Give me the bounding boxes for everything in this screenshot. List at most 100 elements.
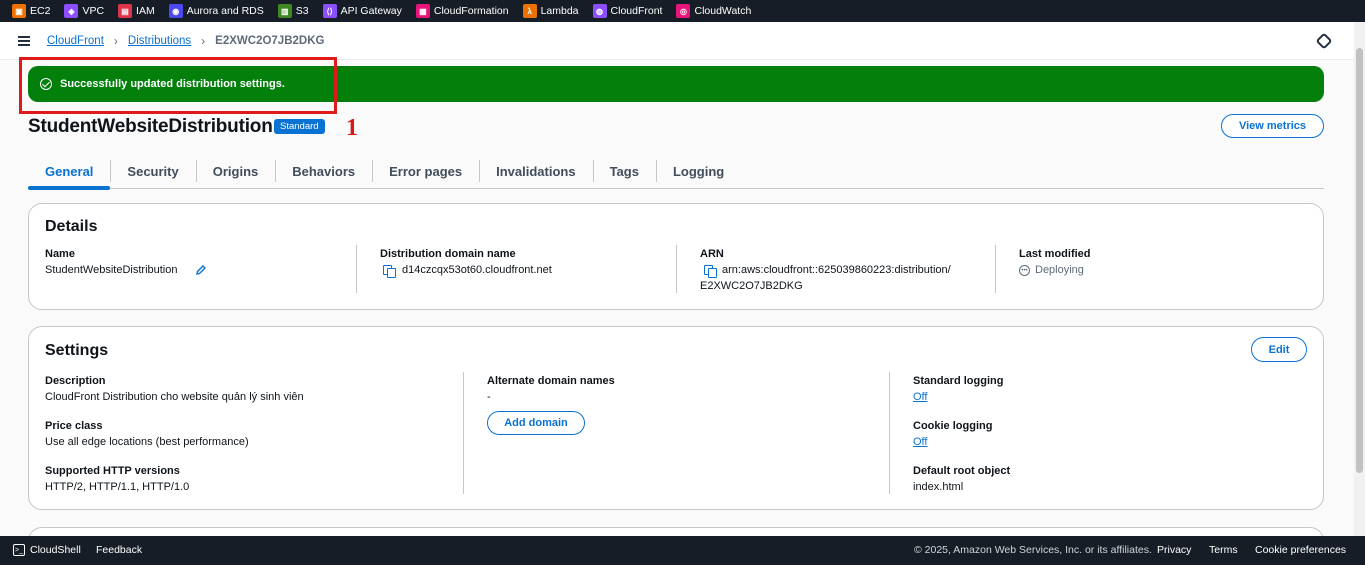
favorite-label: CloudWatch xyxy=(694,5,752,17)
chevron-right-icon: › xyxy=(113,33,118,48)
breadcrumb-current: E2XWC2O7JB2DKG xyxy=(215,34,325,47)
http-versions-value: HTTP/2, HTTP/1.1, HTTP/1.0 xyxy=(45,481,190,493)
favorite-s3[interactable]: ▥ S3 xyxy=(277,4,309,18)
favorite-label: Lambda xyxy=(540,5,579,17)
api-gateway-icon: ⟨⟩ xyxy=(322,4,337,18)
favorite-cloudformation[interactable]: ▦ CloudFormation xyxy=(415,4,509,18)
copy-icon[interactable] xyxy=(383,265,396,278)
description-label: Description xyxy=(45,375,106,387)
alternate-domains-label: Alternate domain names xyxy=(487,375,615,387)
s3-icon: ▥ xyxy=(277,4,292,18)
http-versions-label: Supported HTTP versions xyxy=(45,465,180,477)
favorite-label: IAM xyxy=(136,5,155,17)
tab-tags[interactable]: Tags xyxy=(592,154,656,188)
arn-value-line1: arn:aws:cloudfront::625039860223:distrib… xyxy=(722,264,951,276)
last-modified-value: Deploying xyxy=(1035,264,1084,276)
favorite-ec2[interactable]: ▣ EC2 xyxy=(12,4,50,18)
copy-icon[interactable] xyxy=(704,265,717,278)
arn-label: ARN xyxy=(700,248,724,260)
terms-link[interactable]: Terms xyxy=(1209,544,1238,556)
breadcrumb-bar: CloudFront › Distributions › E2XWC2O7JB2… xyxy=(0,22,1354,60)
cloudwatch-icon: ◎ xyxy=(676,4,691,18)
favorite-lambda[interactable]: λ Lambda xyxy=(522,4,579,18)
privacy-link[interactable]: Privacy xyxy=(1157,544,1191,556)
tab-behaviors[interactable]: Behaviors xyxy=(275,154,372,188)
favorite-label: VPC xyxy=(82,5,105,17)
standard-logging-label: Standard logging xyxy=(913,375,1004,387)
iam-icon: ▤ xyxy=(118,4,133,18)
status-badge: Standard xyxy=(274,119,325,134)
name-value: StudentWebsiteDistribution xyxy=(45,264,178,276)
tab-general[interactable]: General xyxy=(28,154,111,190)
lambda-icon: λ xyxy=(522,4,537,18)
favorite-label: CloudFormation xyxy=(433,5,509,17)
rds-icon: ◉ xyxy=(168,4,183,18)
default-root-object-value: index.html xyxy=(913,481,964,493)
cloudformation-icon: ▦ xyxy=(415,4,430,18)
favorite-rds[interactable]: ◉ Aurora and RDS xyxy=(168,4,264,18)
add-domain-button[interactable]: Add domain xyxy=(487,411,585,435)
settings-panel: Settings Edit Description CloudFront Dis… xyxy=(28,326,1324,510)
favorite-label: S3 xyxy=(295,5,309,17)
tab-bar: General Security Origins Behaviors Error… xyxy=(28,154,1324,190)
favorite-vpc[interactable]: ◈ VPC xyxy=(64,4,104,18)
edit-pencil-icon[interactable] xyxy=(196,265,206,275)
in-progress-icon: ••• xyxy=(1019,265,1030,276)
ec2-icon: ▣ xyxy=(12,4,26,18)
view-metrics-button[interactable]: View metrics xyxy=(1221,114,1324,138)
feedback-link[interactable]: Feedback xyxy=(96,544,142,556)
default-root-object-label: Default root object xyxy=(913,465,1011,477)
favorite-api-gateway[interactable]: ⟨⟩ API Gateway xyxy=(322,4,402,18)
cloudshell-link[interactable]: CloudShell xyxy=(30,544,81,556)
price-class-label: Price class xyxy=(45,420,103,432)
favorite-label: API Gateway xyxy=(340,5,402,17)
settings-heading: Settings xyxy=(45,342,109,359)
favorite-label: Aurora and RDS xyxy=(186,5,264,17)
chevron-right-icon: › xyxy=(201,33,206,48)
annotation-number: 1 xyxy=(346,115,358,141)
cloudfront-icon: ◍ xyxy=(592,4,607,18)
breadcrumb-cloudfront[interactable]: CloudFront xyxy=(47,35,104,47)
tab-origins[interactable]: Origins xyxy=(195,154,276,188)
scrollbar-thumb[interactable] xyxy=(1356,48,1363,473)
divider xyxy=(463,372,464,494)
description-value: CloudFront Distribution cho website quản… xyxy=(45,391,304,403)
vpc-icon: ◈ xyxy=(64,4,79,18)
details-heading: Details xyxy=(45,218,98,235)
divider xyxy=(356,245,357,293)
favorite-cloudwatch[interactable]: ◎ CloudWatch xyxy=(676,4,751,18)
favorite-cloudfront[interactable]: ◍ CloudFront xyxy=(592,4,663,18)
cookie-logging-label: Cookie logging xyxy=(913,420,993,432)
console-footer: >_ CloudShell Feedback © 2025, Amazon We… xyxy=(0,536,1365,565)
price-class-value: Use all edge locations (best performance… xyxy=(45,436,249,448)
breadcrumb-distributions[interactable]: Distributions xyxy=(128,35,191,47)
last-modified-label: Last modified xyxy=(1019,248,1091,260)
tab-error-pages[interactable]: Error pages xyxy=(372,154,479,188)
favorite-label: CloudFront xyxy=(610,5,663,17)
cloudshell-icon[interactable]: >_ xyxy=(13,544,25,556)
divider xyxy=(889,372,890,494)
domain-label: Distribution domain name xyxy=(380,248,516,260)
domain-value: d14czcqx53ot60.cloudfront.net xyxy=(402,264,552,276)
alternate-domains-value: - xyxy=(487,391,491,403)
favorite-iam[interactable]: ▤ IAM xyxy=(118,4,155,18)
menu-icon[interactable] xyxy=(18,35,30,46)
cookie-preferences-link[interactable]: Cookie preferences xyxy=(1255,544,1346,556)
standard-logging-link[interactable]: Off xyxy=(913,391,927,403)
preferences-icon[interactable] xyxy=(1315,32,1333,50)
divider xyxy=(676,245,677,293)
tab-security[interactable]: Security xyxy=(110,154,195,188)
copyright-text: © 2025, Amazon Web Services, Inc. or its… xyxy=(914,544,1152,556)
edit-button[interactable]: Edit xyxy=(1251,337,1307,362)
scrollbar[interactable] xyxy=(1354,22,1365,536)
annotation-highlight-box xyxy=(19,57,337,114)
page-title: StudentWebsiteDistribution xyxy=(28,116,273,137)
favorite-label: EC2 xyxy=(30,5,51,17)
arn-value-line2: E2XWC2O7JB2DKG xyxy=(700,280,803,292)
favorites-bar: ▣ EC2 ◈ VPC ▤ IAM ◉ Aurora and RDS ▥ S3 ⟨⟩ API… xyxy=(0,0,1365,22)
divider xyxy=(995,245,996,293)
tab-invalidations[interactable]: Invalidations xyxy=(479,154,592,188)
details-panel: Details Name StudentWebsiteDistribution … xyxy=(28,203,1324,310)
cookie-logging-link[interactable]: Off xyxy=(913,436,927,448)
tab-logging[interactable]: Logging xyxy=(655,154,741,188)
